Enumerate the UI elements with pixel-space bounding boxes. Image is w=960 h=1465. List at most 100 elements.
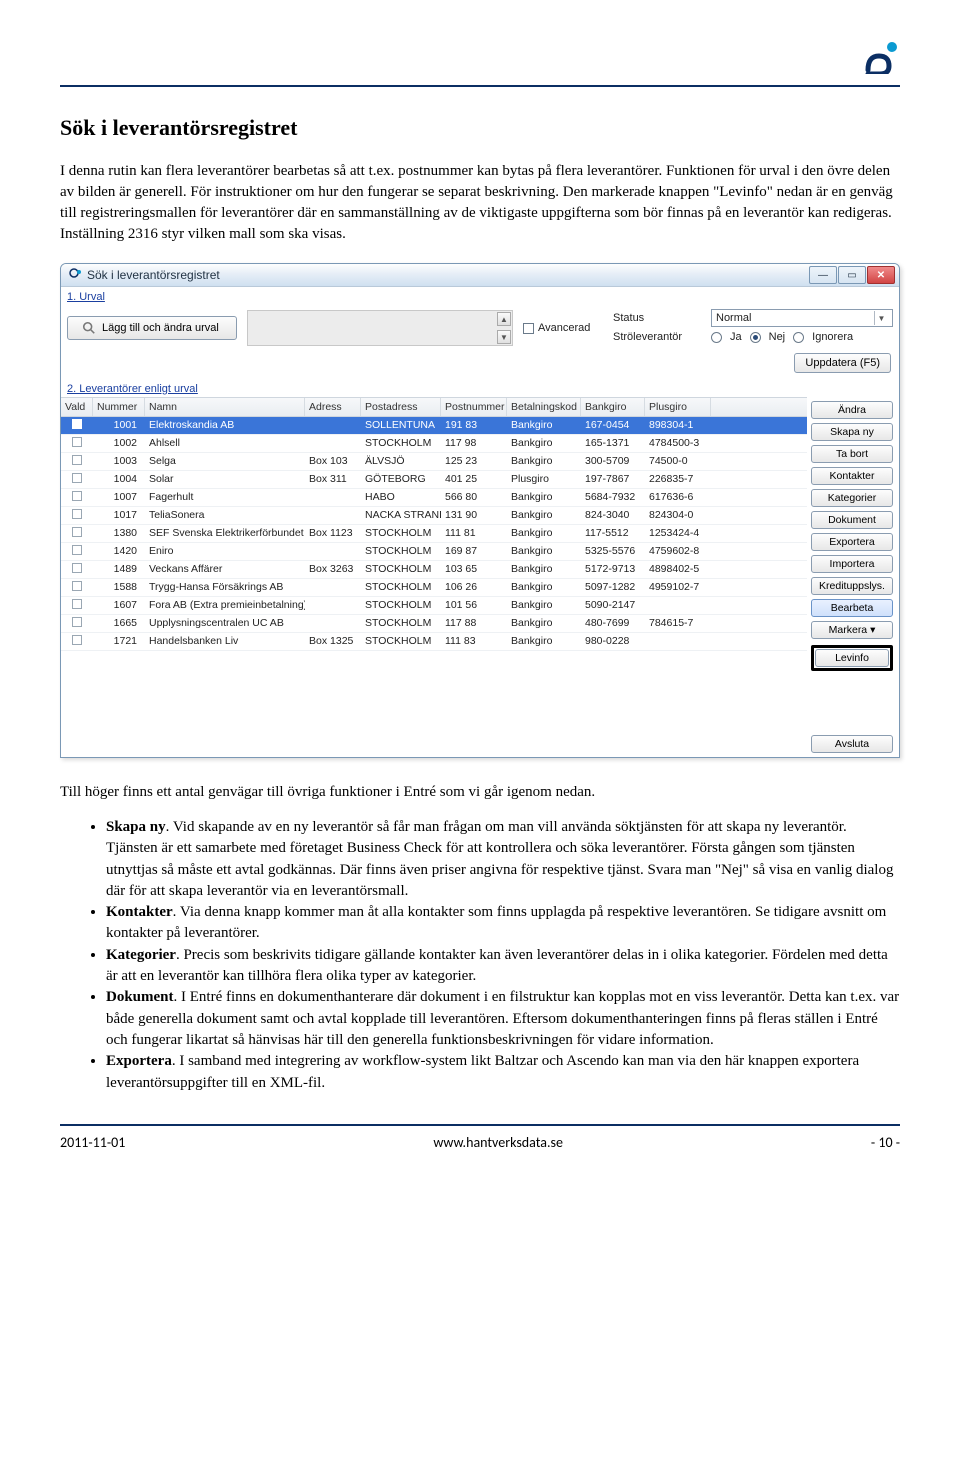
table-cell [61, 417, 93, 434]
table-cell: 1007 [93, 489, 145, 506]
below-paragraph: Till höger finns ett antal genvägar till… [60, 782, 900, 803]
table-cell [61, 561, 93, 578]
radio-ja[interactable] [711, 332, 722, 343]
table-cell: Trygg-Hansa Försäkrings AB [145, 579, 305, 596]
minimize-button[interactable]: — [809, 266, 837, 284]
table-row[interactable]: 1489Veckans AffärerBox 3263STOCKHOLM103 … [61, 561, 807, 579]
table-row[interactable]: 1017TeliaSoneraNACKA STRAND131 90Bankgir… [61, 507, 807, 525]
radio-nej[interactable] [750, 332, 761, 343]
ta-bort-button[interactable]: Ta bort [811, 445, 893, 463]
column-header[interactable]: Adress [305, 398, 361, 416]
column-header[interactable]: Postnummer [441, 398, 507, 416]
row-checkbox[interactable] [72, 473, 82, 483]
table-cell: Elektroskandia AB [145, 417, 305, 434]
skapa-ny-button[interactable]: Skapa ny [811, 423, 893, 441]
table-cell: 167-0454 [581, 417, 645, 434]
column-header[interactable]: Betalningskod [507, 398, 581, 416]
table-cell [61, 633, 93, 650]
update-button[interactable]: Uppdatera (F5) [794, 353, 891, 373]
row-checkbox[interactable] [72, 437, 82, 447]
row-checkbox[interactable] [72, 527, 82, 537]
markera-button[interactable]: Markera ▾ [811, 621, 893, 639]
table-cell: 1003 [93, 453, 145, 470]
titlebar[interactable]: Sök i leverantörsregistret — ▭ ✕ [61, 264, 899, 287]
table-row[interactable]: 1380SEF Svenska ElektrikerförbundetBox 1… [61, 525, 807, 543]
levinfo-button[interactable]: Levinfo [815, 649, 889, 667]
status-combo[interactable]: Normal ▼ [711, 309, 893, 327]
row-checkbox[interactable] [72, 617, 82, 627]
row-checkbox[interactable] [72, 509, 82, 519]
kategorier-button[interactable]: Kategorier [811, 489, 893, 507]
table-row[interactable]: 1002AhlsellSTOCKHOLM117 98Bankgiro165-13… [61, 435, 807, 453]
column-header[interactable]: Namn [145, 398, 305, 416]
table-cell: 117-5512 [581, 525, 645, 542]
radio-nej-label: Nej [769, 331, 786, 343]
table-cell: SEF Svenska Elektrikerförbundet [145, 525, 305, 542]
row-checkbox[interactable] [72, 491, 82, 501]
list-section-header[interactable]: 2. Leverantörer enligt urval [61, 379, 899, 397]
table-cell: Box 1325 [305, 633, 361, 650]
table-cell: 980-0228 [581, 633, 645, 650]
table-row[interactable]: 1004SolarBox 311GÖTEBORG401 25Plusgiro19… [61, 471, 807, 489]
dokument-button[interactable]: Dokument [811, 511, 893, 529]
column-header[interactable]: Plusgiro [645, 398, 711, 416]
scroll-up-icon[interactable]: ▲ [497, 312, 511, 326]
table-row[interactable]: 1607Fora AB (Extra premieinbetalning)STO… [61, 597, 807, 615]
table-row[interactable]: 1001Elektroskandia ABSOLLENTUNA191 83Ban… [61, 417, 807, 435]
table-row[interactable]: 1588Trygg-Hansa Försäkrings ABSTOCKHOLM1… [61, 579, 807, 597]
bullet-item: Exportera. I samband med integrering av … [106, 1051, 900, 1094]
table-cell: 191 83 [441, 417, 507, 434]
table-cell: Bankgiro [507, 615, 581, 632]
avsluta-button[interactable]: Avsluta [811, 735, 893, 753]
scroll-down-icon[interactable]: ▼ [497, 330, 511, 344]
row-checkbox[interactable] [72, 455, 82, 465]
table-cell [61, 489, 93, 506]
table-row[interactable]: 1420EniroSTOCKHOLM169 87Bankgiro5325-557… [61, 543, 807, 561]
column-header[interactable]: Vald [61, 398, 93, 416]
table-cell: 1607 [93, 597, 145, 614]
status-label: Status [613, 312, 705, 324]
row-checkbox[interactable] [72, 419, 82, 429]
chevron-down-icon: ▼ [874, 311, 888, 325]
column-header[interactable]: Bankgiro [581, 398, 645, 416]
table-cell: 103 65 [441, 561, 507, 578]
footer-page: - 10 - [871, 1134, 900, 1151]
table-row[interactable]: 1007FagerhultHABO566 80Bankgiro5684-7932… [61, 489, 807, 507]
footer-site: www.hantverksdata.se [433, 1134, 563, 1151]
table-cell: Bankgiro [507, 417, 581, 434]
row-checkbox[interactable] [72, 563, 82, 573]
bearbeta-button[interactable]: Bearbeta [811, 599, 893, 617]
kredituppl-button[interactable]: Kredituppslys. [811, 577, 893, 595]
table-row[interactable]: 1003SelgaBox 103ÄLVSJÖ125 23Bankgiro300-… [61, 453, 807, 471]
table-row[interactable]: 1721Handelsbanken LivBox 1325STOCKHOLM11… [61, 633, 807, 651]
table-row[interactable]: 1665Upplysningscentralen UC ABSTOCKHOLM1… [61, 615, 807, 633]
row-checkbox[interactable] [72, 635, 82, 645]
importera-button[interactable]: Importera [811, 555, 893, 573]
row-checkbox[interactable] [72, 599, 82, 609]
table-cell: Fora AB (Extra premieinbetalning) [145, 597, 305, 614]
table-cell: 106 26 [441, 579, 507, 596]
table-cell [61, 615, 93, 632]
advanced-checkbox[interactable] [523, 323, 534, 334]
maximize-button[interactable]: ▭ [838, 266, 866, 284]
criteria-scrollbar[interactable]: ▲ ▼ [497, 312, 511, 344]
add-urval-button[interactable]: Lägg till och ändra urval [67, 316, 237, 340]
urval-section-header[interactable]: 1. Urval [61, 287, 899, 305]
andra-button[interactable]: Ändra [811, 401, 893, 419]
footer-date: 2011-11-01 [60, 1134, 125, 1151]
row-checkbox[interactable] [72, 581, 82, 591]
close-button[interactable]: ✕ [867, 266, 895, 284]
add-urval-label: Lägg till och ändra urval [102, 322, 219, 334]
table-cell [305, 597, 361, 614]
table-cell: Ahlsell [145, 435, 305, 452]
row-checkbox[interactable] [72, 545, 82, 555]
column-header[interactable]: Nummer [93, 398, 145, 416]
kontakter-button[interactable]: Kontakter [811, 467, 893, 485]
table-cell: 300-5709 [581, 453, 645, 470]
table-cell [61, 435, 93, 452]
magnifier-icon [82, 321, 96, 335]
exportera-button[interactable]: Exportera [811, 533, 893, 551]
column-header[interactable]: Postadress [361, 398, 441, 416]
table-cell: 1665 [93, 615, 145, 632]
radio-ignorera[interactable] [793, 332, 804, 343]
